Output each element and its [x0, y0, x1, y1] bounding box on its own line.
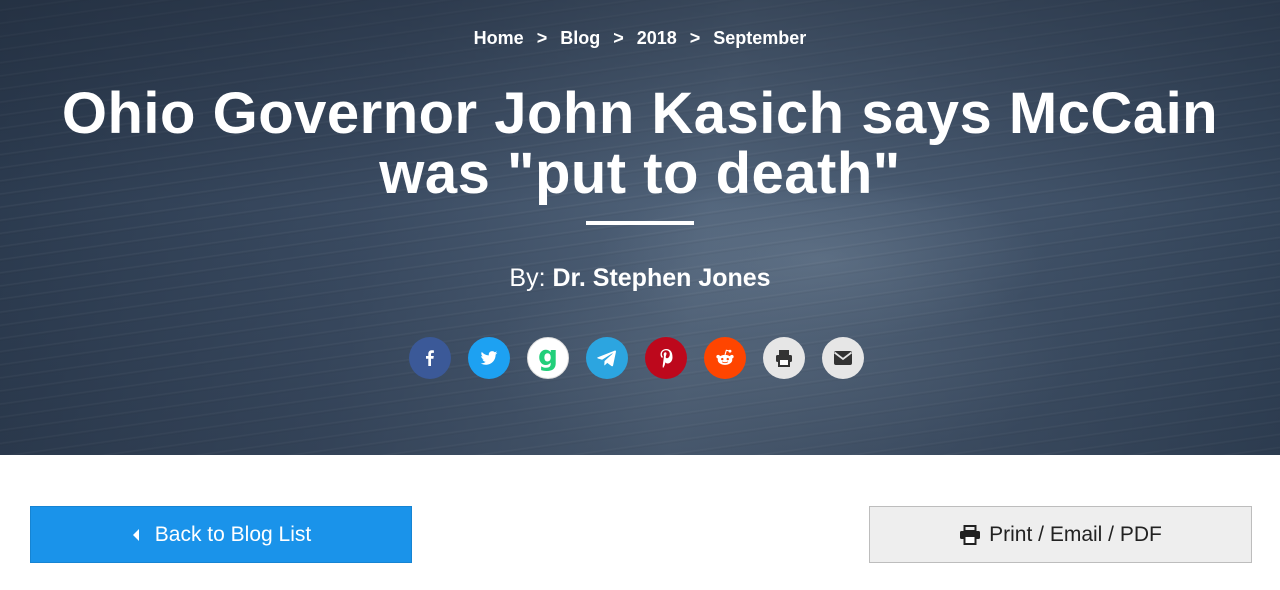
page-title: Ohio Governor John Kasich says McCain wa… [40, 84, 1240, 204]
title-divider [586, 221, 694, 225]
share-facebook-button[interactable] [409, 337, 451, 379]
breadcrumb-month[interactable]: September [713, 28, 806, 49]
pinterest-icon [660, 349, 673, 368]
twitter-icon [480, 351, 498, 365]
share-gab-button[interactable]: g [527, 337, 569, 379]
byline: By: Dr. Stephen Jones [0, 264, 1280, 293]
title-line-1: Ohio Governor John Kasich says McCain [61, 81, 1219, 146]
share-pinterest-button[interactable] [645, 337, 687, 379]
email-icon [833, 351, 853, 365]
share-email-button[interactable] [822, 337, 864, 379]
print-email-pdf-button[interactable]: Print / Email / PDF [869, 506, 1252, 563]
svg-text:g: g [538, 343, 558, 372]
gab-icon: g [538, 343, 558, 372]
print-icon [776, 350, 792, 367]
telegram-icon [597, 350, 616, 367]
reddit-icon [716, 349, 734, 365]
breadcrumb: Home > Blog > 2018 > September [0, 28, 1280, 49]
back-button-label: Back to Blog List [154, 522, 312, 546]
share-print-button[interactable] [763, 337, 805, 379]
breadcrumb-separator: > [536, 28, 548, 48]
caret-left-icon [132, 528, 139, 541]
print-icon [960, 524, 981, 545]
share-telegram-button[interactable] [586, 337, 628, 379]
print-button-label: Print / Email / PDF [989, 522, 1162, 546]
byline-prefix: By: [509, 264, 546, 292]
breadcrumb-home[interactable]: Home [474, 28, 524, 49]
title-line-2: was "put to death" [379, 141, 901, 206]
breadcrumb-separator: > [689, 28, 701, 48]
share-reddit-button[interactable] [704, 337, 746, 379]
breadcrumb-blog[interactable]: Blog [560, 28, 600, 49]
breadcrumb-year[interactable]: 2018 [637, 28, 677, 49]
facebook-icon [426, 350, 434, 366]
share-bar: g [409, 337, 864, 379]
hero-banner: Home > Blog > 2018 > September Ohio Gove… [0, 0, 1280, 455]
back-to-blog-list-button[interactable]: Back to Blog List [30, 506, 412, 563]
breadcrumb-separator: > [613, 28, 624, 48]
share-twitter-button[interactable] [468, 337, 510, 379]
author-name: Dr. Stephen Jones [552, 264, 771, 292]
